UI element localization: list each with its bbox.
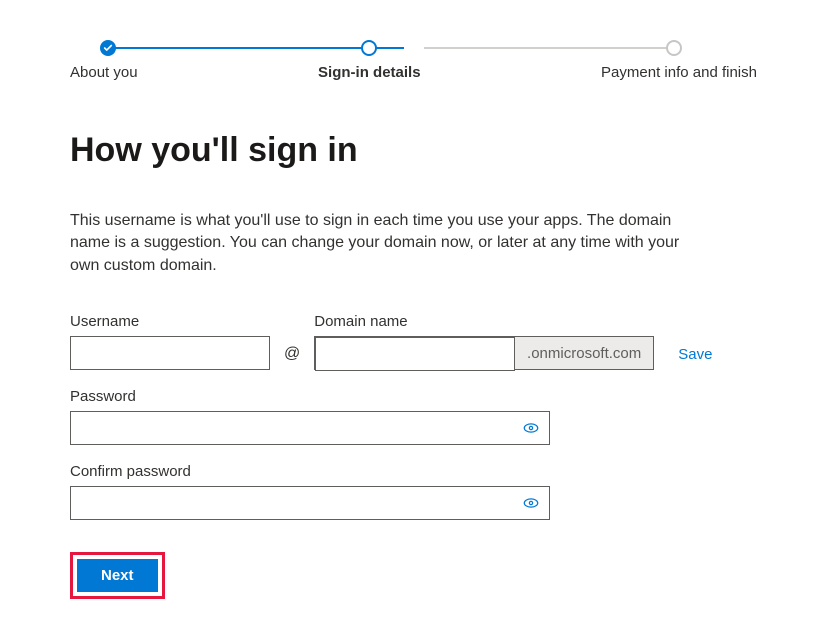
save-link[interactable]: Save bbox=[678, 346, 712, 370]
step-label: Payment info and finish bbox=[601, 64, 757, 81]
next-button-highlight: Next bbox=[70, 552, 165, 599]
password-field-group: Password bbox=[70, 388, 757, 445]
step-label: Sign-in details bbox=[318, 64, 421, 81]
eye-icon[interactable] bbox=[522, 419, 540, 437]
domain-field-group: Domain name .onmicrosoft.com bbox=[314, 313, 654, 370]
username-input[interactable] bbox=[70, 336, 270, 370]
password-label: Password bbox=[70, 388, 757, 405]
domain-input-wrap: .onmicrosoft.com bbox=[314, 336, 654, 370]
username-label: Username bbox=[70, 313, 270, 330]
step-label: About you bbox=[70, 64, 138, 81]
at-symbol: @ bbox=[284, 345, 300, 370]
step-circle-pending bbox=[666, 40, 682, 56]
confirm-password-field-group: Confirm password bbox=[70, 463, 757, 520]
page-description: This username is what you'll use to sign… bbox=[70, 210, 710, 277]
step-circle-active bbox=[361, 40, 377, 56]
confirm-password-input[interactable] bbox=[70, 486, 550, 520]
domain-input[interactable] bbox=[315, 337, 515, 371]
step-about-you: About you bbox=[70, 40, 138, 81]
progress-stepper: About you Sign-in details Payment info a… bbox=[70, 40, 757, 81]
step-sign-in-details: Sign-in details bbox=[318, 40, 421, 81]
next-button[interactable]: Next bbox=[77, 559, 158, 592]
domain-suffix: .onmicrosoft.com bbox=[515, 337, 653, 369]
username-domain-row: Username @ Domain name .onmicrosoft.com … bbox=[70, 313, 757, 370]
eye-icon[interactable] bbox=[522, 494, 540, 512]
username-field-group: Username bbox=[70, 313, 270, 370]
domain-label: Domain name bbox=[314, 313, 654, 330]
password-input[interactable] bbox=[70, 411, 550, 445]
page-title: How you'll sign in bbox=[70, 131, 757, 170]
confirm-password-label: Confirm password bbox=[70, 463, 757, 480]
password-input-wrap bbox=[70, 411, 550, 445]
step-payment-info: Payment info and finish bbox=[601, 40, 757, 81]
checkmark-icon bbox=[100, 40, 116, 56]
confirm-password-input-wrap bbox=[70, 486, 550, 520]
